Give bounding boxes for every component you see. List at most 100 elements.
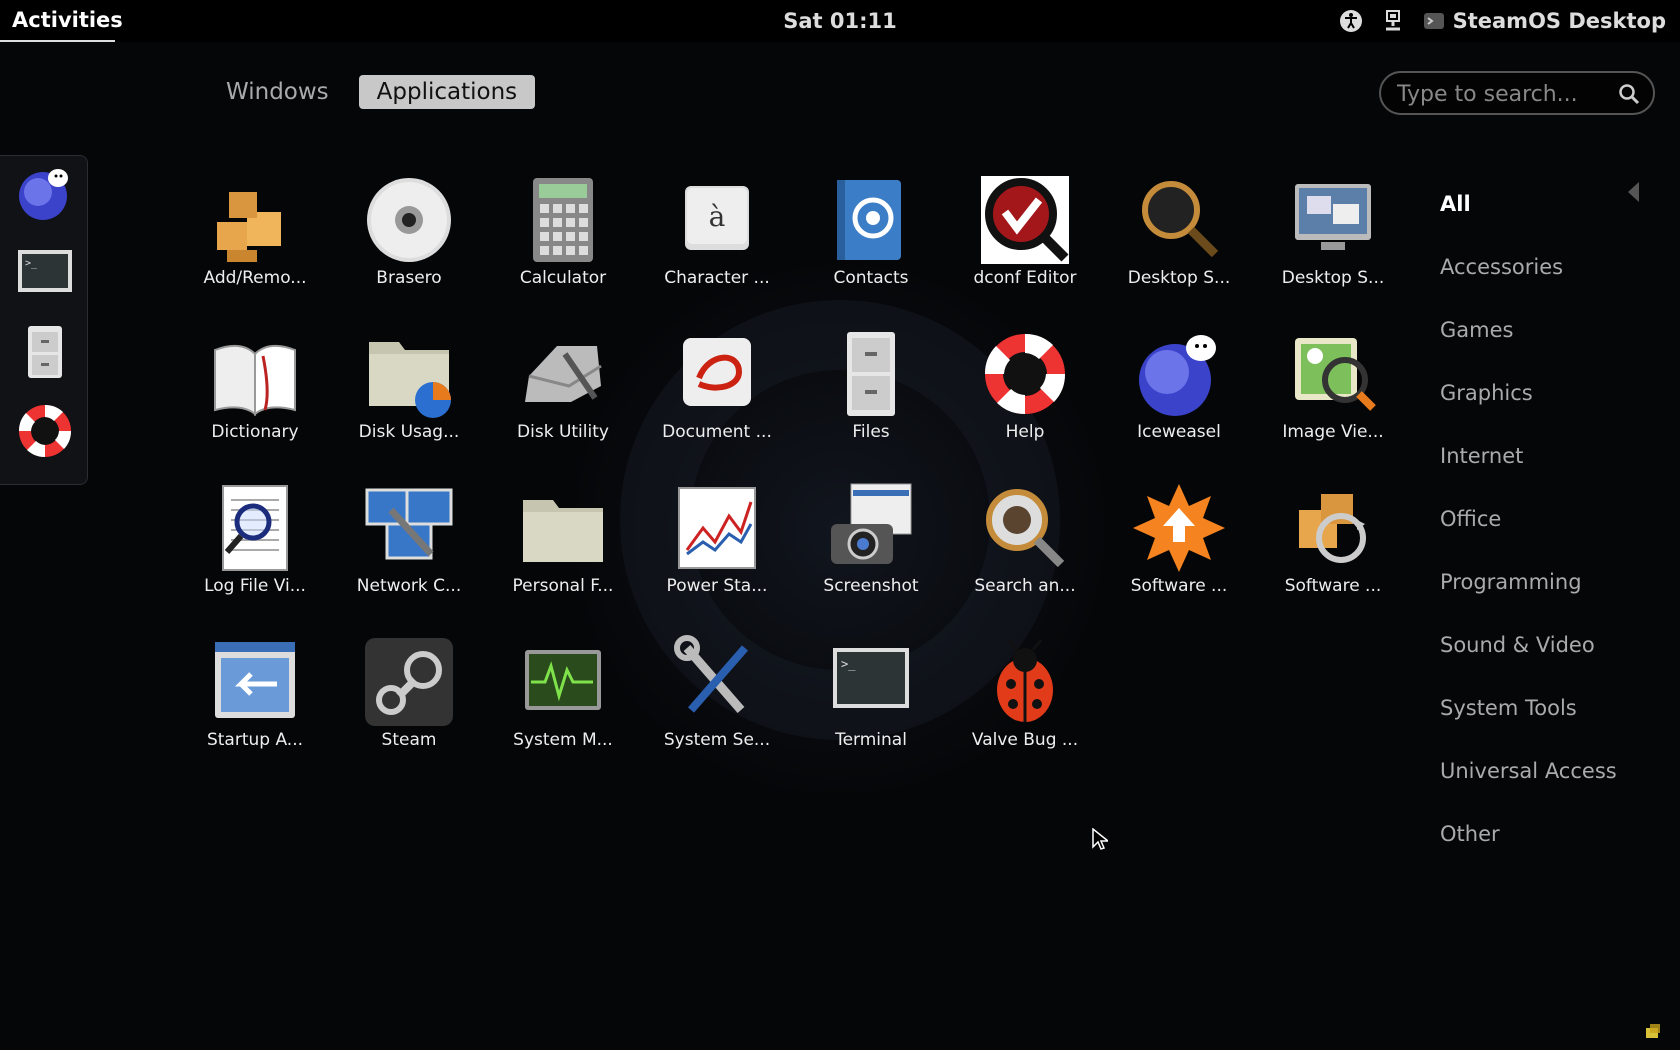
svg-text:>_: >_	[841, 657, 856, 671]
app-label: Contacts	[833, 268, 909, 288]
app-launcher[interactable]: Iceweasel	[1104, 318, 1254, 460]
app-launcher[interactable]: Startup A...	[180, 626, 330, 768]
user-icon	[1423, 13, 1444, 29]
document-viewer-icon	[683, 338, 751, 406]
app-launcher[interactable]: Search an...	[950, 472, 1100, 614]
app-launcher[interactable]: Files	[796, 318, 946, 460]
app-launcher[interactable]: Calculator	[488, 164, 638, 306]
collapse-arrow-icon[interactable]	[1628, 182, 1639, 202]
search-index-icon	[986, 489, 1065, 568]
app-label: Iceweasel	[1104, 422, 1254, 442]
image-viewer-icon	[1295, 338, 1376, 411]
app-launcher[interactable]: Help	[950, 318, 1100, 460]
app-launcher[interactable]: System M...	[488, 626, 638, 768]
log-viewer-icon	[222, 485, 288, 571]
search-box	[1379, 71, 1655, 115]
category-item[interactable]: Universal Access	[1440, 747, 1617, 810]
search-input[interactable]	[1395, 79, 1609, 109]
desktop-search-icon	[1142, 181, 1219, 258]
app-launcher[interactable]: Disk Usag...	[334, 318, 484, 460]
app-launcher[interactable]: dconf Editor	[950, 164, 1100, 306]
app-label: Image Vie...	[1282, 422, 1384, 442]
clock-label[interactable]: Sat 01:11	[783, 9, 897, 33]
app-launcher[interactable]: Desktop S...	[1258, 164, 1408, 306]
app-launcher[interactable]: Add/Remo...	[180, 164, 330, 306]
app-label: System M...	[513, 730, 613, 750]
steam-icon	[365, 638, 453, 726]
search-icon	[1619, 84, 1640, 105]
top-bar: Activities Sat 01:11 SteamOS Desktop	[0, 0, 1680, 42]
dash-files-icon[interactable]	[14, 322, 76, 384]
user-name: SteamOS Desktop	[1452, 9, 1666, 33]
activities-button[interactable]: Activities	[0, 0, 123, 42]
desktop-sharing-icon	[1295, 184, 1371, 250]
category-item[interactable]: System Tools	[1440, 684, 1617, 747]
app-launcher[interactable]: Disk Utility	[488, 318, 638, 460]
startup-icon	[215, 642, 295, 718]
app-launcher[interactable]: Personal F...	[488, 472, 638, 614]
accessibility-icon[interactable]	[1339, 9, 1363, 33]
svg-text:>_: >_	[25, 258, 38, 269]
app-label: Add/Remo...	[203, 268, 307, 288]
app-launcher[interactable]: >_ Terminal	[796, 626, 946, 768]
tab-applications[interactable]: Applications	[358, 75, 536, 109]
tab-windows[interactable]: Windows	[208, 75, 347, 109]
app-launcher[interactable]: Document ...	[642, 318, 792, 460]
category-item[interactable]: Office	[1440, 495, 1617, 558]
app-launcher[interactable]: Brasero	[334, 164, 484, 306]
category-list: All Accessories Games Graphics Internet Offic…	[1440, 180, 1617, 873]
app-launcher[interactable]: Power Sta...	[642, 472, 792, 614]
app-launcher[interactable]: Desktop S...	[1104, 164, 1254, 306]
category-item[interactable]: Games	[1440, 306, 1617, 369]
app-launcher[interactable]: Log File Vi...	[180, 472, 330, 614]
network-icon	[365, 488, 453, 560]
system-settings-icon	[674, 635, 749, 713]
app-launcher[interactable]: Contacts	[796, 164, 946, 306]
power-stats-icon	[678, 487, 756, 569]
app-label: Startup A...	[206, 730, 304, 750]
category-item[interactable]: Accessories	[1440, 243, 1617, 306]
dash: >_	[0, 155, 88, 485]
app-launcher[interactable]: Screenshot	[796, 472, 946, 614]
category-item[interactable]: Internet	[1440, 432, 1617, 495]
app-launcher[interactable]: Valve Bug ...	[950, 626, 1100, 768]
app-launcher[interactable]: Software ...	[1104, 472, 1254, 614]
category-item[interactable]: Sound & Video	[1440, 621, 1617, 684]
dash-terminal-icon[interactable]: >_	[14, 242, 76, 304]
dictionary-icon	[214, 344, 296, 417]
packages-icon	[217, 192, 281, 262]
app-label: Calculator	[519, 268, 607, 288]
mouse-cursor-icon	[1092, 828, 1108, 850]
app-launcher[interactable]: à Character ...	[642, 164, 792, 306]
message-tray-icon[interactable]	[1644, 1022, 1662, 1040]
disk-usage-icon	[369, 342, 451, 418]
app-label: Log File Vi...	[204, 576, 306, 596]
app-label: Disk Utility	[517, 422, 609, 442]
user-menu[interactable]: SteamOS Desktop	[1423, 9, 1666, 33]
app-label: Network C...	[356, 576, 462, 596]
category-item[interactable]: Other	[1440, 810, 1617, 873]
network-wired-icon[interactable]	[1381, 9, 1405, 33]
app-label: Valve Bug ...	[971, 730, 1079, 750]
terminal-icon: >_	[833, 648, 909, 708]
app-launcher[interactable]: Software ...	[1258, 472, 1408, 614]
category-item[interactable]: Programming	[1440, 558, 1617, 621]
software-update-icon	[1133, 484, 1225, 572]
dash-iceweasel-icon[interactable]	[14, 162, 76, 224]
app-label: Desktop S...	[1281, 268, 1385, 288]
app-launcher[interactable]: Steam	[334, 626, 484, 768]
app-label: Terminal	[796, 730, 946, 750]
category-item[interactable]: All	[1440, 180, 1617, 243]
app-label: Character ...	[664, 268, 770, 288]
app-launcher[interactable]: Image Vie...	[1258, 318, 1408, 460]
dash-help-icon[interactable]	[14, 400, 76, 462]
app-launcher[interactable]: Dictionary	[180, 318, 330, 460]
files-icon	[847, 332, 895, 416]
app-label: Software ...	[1284, 576, 1382, 596]
contacts-icon	[837, 180, 901, 260]
category-item[interactable]: Graphics	[1440, 369, 1617, 432]
disc-icon	[367, 178, 451, 262]
app-launcher[interactable]: System Se...	[642, 626, 792, 768]
app-label: Disk Usag...	[358, 422, 460, 442]
app-launcher[interactable]: Network C...	[334, 472, 484, 614]
